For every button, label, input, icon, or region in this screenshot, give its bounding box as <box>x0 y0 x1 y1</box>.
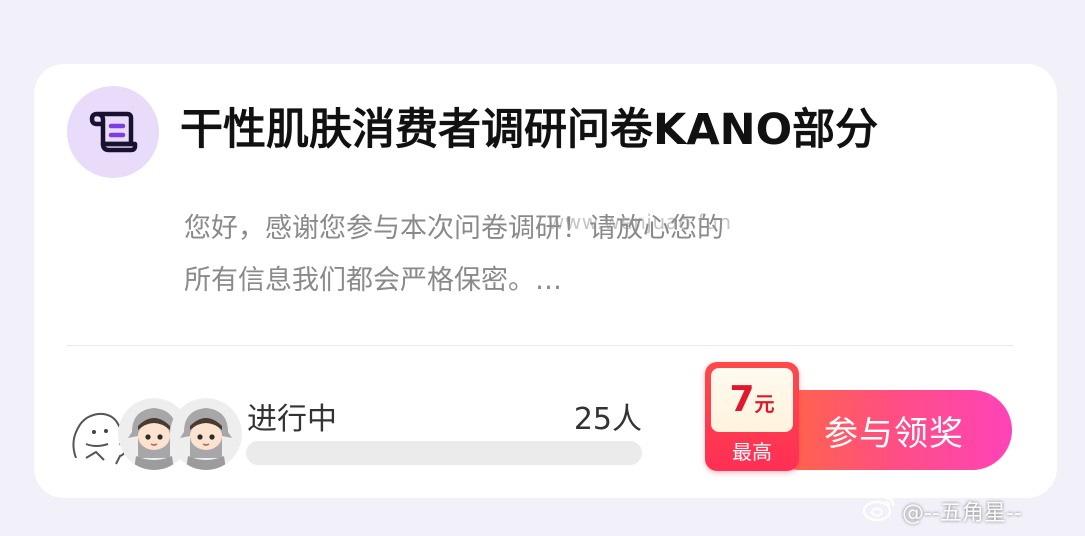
divider <box>67 345 1013 346</box>
reward-amount: 7 <box>729 379 755 420</box>
watermark-user-label: @--五角星-- <box>902 501 1022 526</box>
reward-unit: 元 <box>754 392 775 416</box>
avatar <box>170 398 242 470</box>
participant-avatars <box>66 398 246 470</box>
watermark-weibo: @--五角星-- <box>862 494 1022 528</box>
weibo-icon <box>862 494 896 528</box>
scroll-document-icon <box>67 86 159 178</box>
survey-title[interactable]: 干性肌肤消费者调研问卷KANO部分 <box>180 100 1040 160</box>
join-button-label: 参与领奖 <box>824 413 964 454</box>
reward-badge[interactable]: 7 元 最高 <box>705 362 799 471</box>
participant-count: 25人 <box>573 402 642 437</box>
progress-bar <box>246 441 642 465</box>
watermark-text: www.wenjuao.fun <box>548 210 732 234</box>
reward-caption: 最高 <box>732 440 772 464</box>
survey-status: 进行中 <box>247 402 337 437</box>
reward-amount-box: 7 元 <box>711 368 793 432</box>
